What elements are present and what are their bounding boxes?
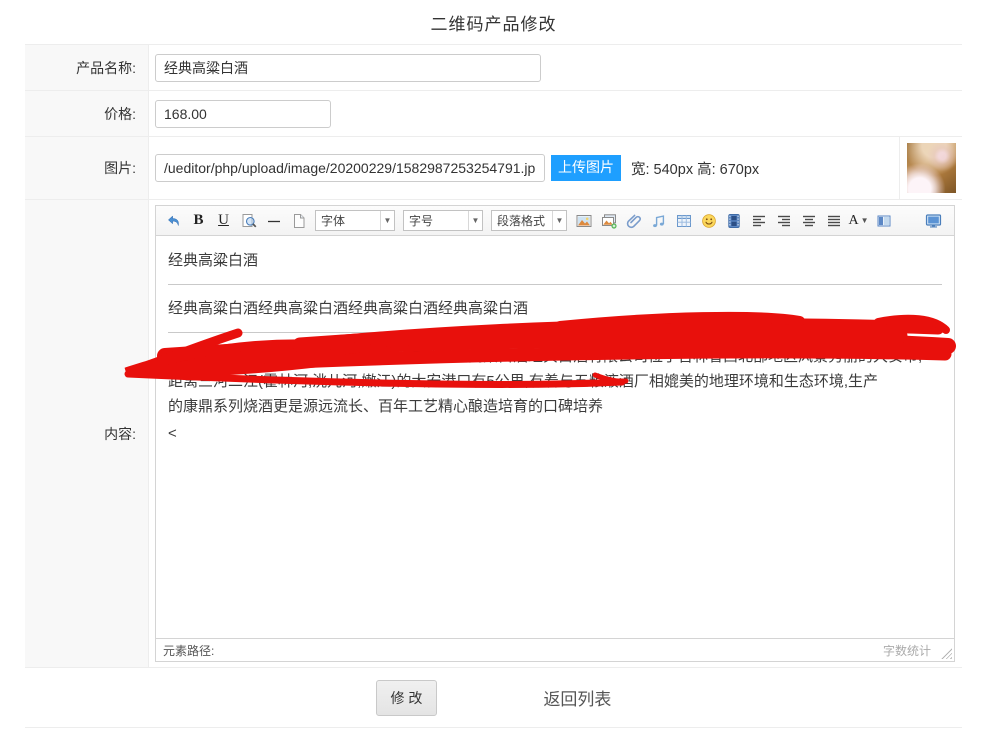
- insert-table-icon[interactable]: [672, 209, 695, 232]
- horizontal-rule: [168, 332, 942, 333]
- chevron-down-icon: ▼: [380, 211, 394, 230]
- price-row: 价格:: [25, 91, 962, 137]
- page-header: 二维码产品修改: [25, 0, 962, 45]
- justify-icon[interactable]: [822, 209, 845, 232]
- editor-toolbar: B U 字体 ▼ 字号 ▼: [156, 206, 954, 236]
- preview-icon[interactable]: [237, 209, 260, 232]
- editor-content-area[interactable]: 经典高粱白酒 经典高粱白酒经典高粱白酒经典高粱白酒经典高粱白酒 经典高粱白酒经典…: [156, 236, 954, 638]
- undo-icon[interactable]: [162, 209, 185, 232]
- insert-video-icon[interactable]: [722, 209, 745, 232]
- bold-icon[interactable]: B: [187, 209, 210, 232]
- paragraph-format-label: 段落格式: [492, 212, 552, 229]
- content-cell: B U 字体 ▼ 字号 ▼: [149, 200, 962, 667]
- underline-icon[interactable]: U: [212, 209, 235, 232]
- chevron-down-icon: ▼: [552, 211, 566, 230]
- rich-text-editor: B U 字体 ▼ 字号 ▼: [155, 205, 955, 662]
- font-size-label: 字号: [404, 212, 468, 229]
- content-paragraph-3: 经典高粱白酒经典高粱白酒经典高粱白酒经典高粱白酒经典白酒有限公司位于吉林省西北部…: [168, 344, 942, 419]
- resize-handle[interactable]: [941, 648, 952, 659]
- element-path-label: 元素路径:: [163, 642, 214, 659]
- price-label: 价格:: [25, 91, 149, 136]
- horizontal-rule: [168, 284, 942, 285]
- chevron-down-icon: ▼: [468, 211, 482, 230]
- attachment-icon[interactable]: [622, 209, 645, 232]
- align-center-icon[interactable]: [797, 209, 820, 232]
- upload-image-button[interactable]: 上传图片: [551, 155, 621, 180]
- align-right-icon[interactable]: [772, 209, 795, 232]
- fullscreen-preview-icon[interactable]: [922, 209, 945, 232]
- image-path-input[interactable]: [155, 154, 545, 182]
- image-thumbnail-cell: [899, 137, 962, 199]
- back-to-list-link[interactable]: 返回列表: [543, 685, 611, 710]
- font-family-label: 字体: [316, 212, 380, 229]
- new-document-icon[interactable]: [287, 209, 310, 232]
- content-row: 内容: B U 字体 ▼: [25, 200, 962, 668]
- horizontal-rule-icon[interactable]: [262, 209, 285, 232]
- paragraph-3-line-2: 距离三河二江(霍林河,洮儿河,嫩江)的大安港口有5公里,有着与五粮液酒厂相媲美的…: [168, 369, 942, 394]
- page-title: 二维码产品修改: [431, 10, 557, 35]
- price-input[interactable]: [155, 100, 331, 128]
- product-name-input[interactable]: [155, 54, 541, 82]
- image-cell: 上传图片 宽: 540px 高: 670px: [149, 137, 899, 199]
- font-family-dropdown[interactable]: 字体 ▼: [315, 210, 395, 231]
- product-name-label: 产品名称:: [25, 45, 149, 90]
- content-label: 内容:: [25, 200, 149, 667]
- template-icon[interactable]: [872, 209, 895, 232]
- image-size-info: 宽: 540px 高: 670px: [631, 158, 759, 179]
- product-name-cell: [149, 45, 962, 90]
- paragraph-format-dropdown[interactable]: 段落格式 ▼: [491, 210, 567, 231]
- music-icon[interactable]: [647, 209, 670, 232]
- multi-image-icon[interactable]: [597, 209, 620, 232]
- form-actions: 修 改 返回列表: [25, 668, 962, 728]
- product-name-row: 产品名称:: [25, 45, 962, 91]
- font-size-dropdown[interactable]: 字号 ▼: [403, 210, 483, 231]
- align-left-icon[interactable]: [747, 209, 770, 232]
- wordcount-label[interactable]: 字数统计: [883, 642, 931, 659]
- image-label: 图片:: [25, 137, 149, 199]
- content-paragraph-1: 经典高粱白酒: [168, 248, 942, 273]
- font-color-icon[interactable]: A▼: [847, 209, 870, 232]
- paragraph-3-line-3: 的康鼎系列烧酒更是源远流长、百年工艺精心酿造培育的口碑培养: [168, 394, 942, 419]
- content-trailing-char: <: [168, 421, 942, 446]
- product-thumbnail-image: [907, 143, 956, 193]
- emoticon-icon[interactable]: [697, 209, 720, 232]
- submit-button[interactable]: 修 改: [376, 680, 438, 716]
- image-row: 图片: 上传图片 宽: 540px 高: 670px: [25, 137, 962, 200]
- price-cell: [149, 91, 962, 136]
- editor-statusbar: 元素路径: 字数统计: [156, 638, 954, 661]
- insert-image-icon[interactable]: [572, 209, 595, 232]
- paragraph-3-line-1: 经典高粱白酒经典高粱白酒经典高粱白酒经典高粱白酒经典白酒有限公司位于吉林省西北部…: [168, 344, 942, 369]
- content-paragraph-2: 经典高粱白酒经典高粱白酒经典高粱白酒经典高粱白酒: [168, 296, 942, 321]
